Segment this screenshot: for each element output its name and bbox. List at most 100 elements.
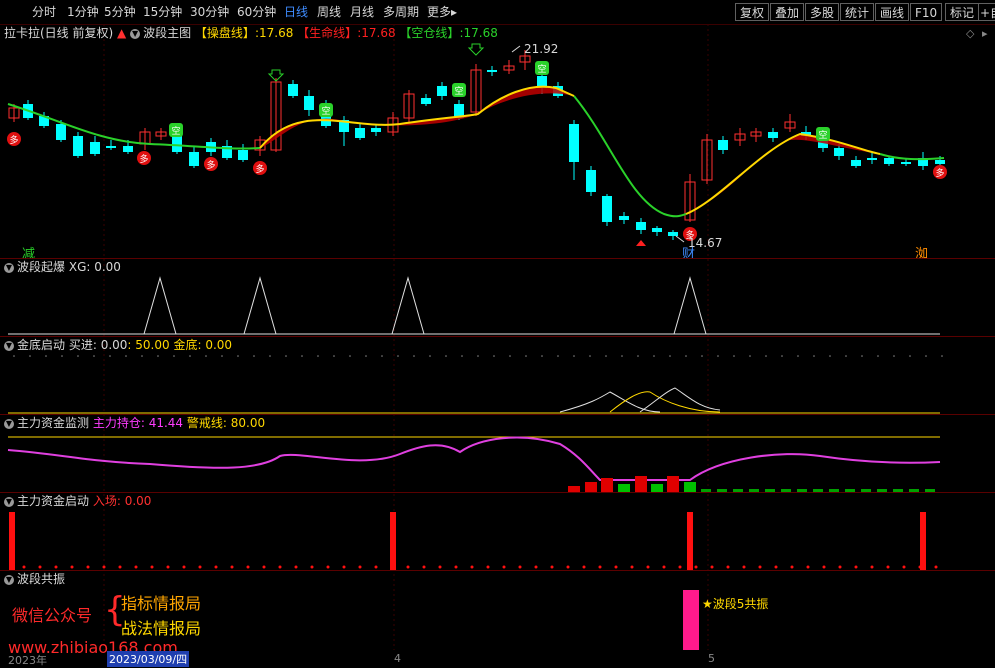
down-arrow-icon — [467, 43, 485, 56]
zhuli-jiance-title: ▼ 主力资金监测 主力持仓: 41.44 警戒线: 80.00 — [4, 416, 266, 430]
jindi-dot — [573, 355, 575, 357]
entry-dot — [710, 565, 714, 569]
entry-dot — [310, 565, 314, 569]
candle-body — [371, 128, 381, 132]
entry-dot — [870, 565, 874, 569]
high-pointer — [511, 45, 521, 53]
duo-marker-text: 多 — [139, 153, 148, 165]
jindi-dot — [845, 355, 847, 357]
jindi-dot — [429, 355, 431, 357]
entry-value: 入场: 0.00 — [92, 494, 152, 508]
chevron-down-icon[interactable]: ▼ — [130, 28, 141, 39]
jindi-dot — [493, 355, 495, 357]
entry-dot — [934, 565, 938, 569]
zhuli-bar — [667, 476, 679, 492]
candle-body — [189, 152, 199, 166]
jindi-dot — [221, 355, 223, 357]
chevron-down-icon[interactable]: ▼ — [4, 496, 14, 507]
candle-body — [619, 216, 629, 220]
caopan-line-label: 【操盘线】 — [194, 26, 255, 40]
kongcang-line-value: 17.68 — [463, 26, 498, 40]
gongzhen-bar — [683, 590, 699, 650]
chevron-down-icon[interactable]: ▼ — [4, 262, 14, 273]
jindi-dot — [173, 355, 175, 357]
kong-marker-text: 空 — [537, 63, 546, 75]
jindi-dot — [669, 355, 671, 357]
entry-dot — [918, 565, 922, 569]
diamond-icon[interactable]: ◇ — [966, 27, 974, 40]
entry-dot — [550, 565, 554, 569]
level-value: : 50.00 — [127, 338, 170, 352]
boduan-qibao-title: ▼ 波段起爆 XG: 0.00 — [4, 260, 121, 274]
up-arrow-icon — [636, 240, 646, 246]
entry-dot — [406, 565, 410, 569]
jindi-dot — [301, 355, 303, 357]
zhuli-qidong-title: ▼ 主力资金启动 入场: 0.00 — [4, 494, 152, 508]
jindi-dot — [157, 355, 159, 357]
jindi-dot — [637, 355, 639, 357]
jindi-dot — [781, 355, 783, 357]
entry-dot — [774, 565, 778, 569]
boduan-gongzhen-title: ▼ 波段共振 — [4, 572, 66, 586]
wechat-label: 微信公众号 — [12, 606, 93, 625]
entry-dot — [534, 565, 538, 569]
stock-name[interactable]: 拉卡拉(日线 前复权) — [4, 26, 113, 40]
entry-dot — [230, 565, 234, 569]
jindi-dot — [349, 355, 351, 357]
hold-line — [7, 436, 941, 481]
jindi-dot — [381, 355, 383, 357]
entry-dot — [214, 565, 218, 569]
candle-body — [421, 98, 431, 104]
entry-dot — [662, 565, 666, 569]
entry-dot — [182, 565, 186, 569]
entry-dot — [806, 565, 810, 569]
entry-dot — [502, 565, 506, 569]
kong-marker-text: 空 — [171, 125, 180, 137]
entry-dot — [22, 565, 26, 569]
candle-body — [652, 228, 662, 232]
jindi-dot — [77, 355, 79, 357]
entry-dot — [150, 565, 154, 569]
entry-dot — [614, 565, 618, 569]
panel-divider — [0, 570, 995, 571]
entry-dot — [86, 565, 90, 569]
jindi-qidong-title: ▼ 金底启动 买进: 0.00: 50.00 金底: 0.00 — [4, 338, 233, 352]
jindi-dot — [413, 355, 415, 357]
entry-dot — [374, 565, 378, 569]
jindi-dot — [909, 355, 911, 357]
caopan-line — [685, 132, 881, 215]
candle-body — [487, 70, 497, 72]
cai-marker: 财 — [682, 247, 696, 262]
up-arrow-icon: ▲ — [117, 26, 127, 40]
chevron-down-icon[interactable]: ▼ — [4, 418, 14, 429]
entry-dot — [198, 565, 202, 569]
indicator-name[interactable]: 波段主图 — [143, 26, 191, 40]
entry-dot — [134, 565, 138, 569]
chevron-down-icon[interactable]: ▼ — [4, 574, 14, 585]
qibao-peak — [143, 276, 177, 335]
entry-dot — [886, 565, 890, 569]
candle-body — [586, 170, 596, 192]
jindi-dot — [237, 355, 239, 357]
caret-right-icon[interactable]: ▸ — [982, 27, 988, 40]
candle-body — [90, 142, 100, 154]
xg-value: XG: 0.00 — [68, 260, 121, 274]
candle-body — [304, 96, 314, 110]
candle-body — [768, 132, 778, 138]
candle-body — [73, 136, 83, 156]
entry-dot — [38, 565, 42, 569]
jindi-dot — [877, 355, 879, 357]
kline-chart-canvas[interactable]: 多多多 多多多空空空空空 — [0, 0, 995, 665]
jindi-dot — [125, 355, 127, 357]
jindi-dot — [13, 355, 15, 357]
qibao-peak — [673, 276, 707, 335]
jindi-dot — [941, 355, 943, 357]
axis-year: 2023年 — [8, 654, 47, 667]
high-price-label: 21.92 — [524, 42, 559, 56]
jindi-dot — [397, 355, 399, 357]
chevron-down-icon[interactable]: ▼ — [4, 340, 14, 351]
entry-dot — [646, 565, 650, 569]
jindi-dot — [733, 355, 735, 357]
candle-body — [106, 146, 116, 148]
candle-body — [355, 128, 365, 138]
